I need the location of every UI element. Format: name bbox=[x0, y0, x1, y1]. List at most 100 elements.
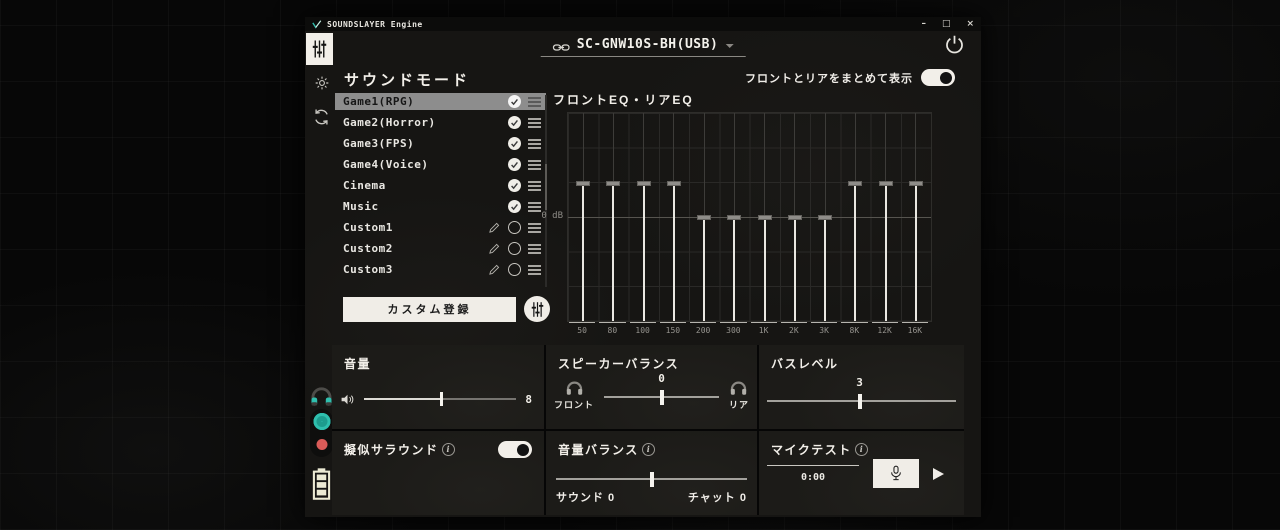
eq-slider-handle[interactable] bbox=[788, 215, 802, 220]
eq-band[interactable] bbox=[659, 113, 689, 321]
drag-handle-icon[interactable] bbox=[528, 181, 541, 191]
pencil-icon[interactable] bbox=[488, 242, 501, 255]
sound-mode-item[interactable]: Custom2 bbox=[335, 240, 546, 257]
eq-slider-handle[interactable] bbox=[848, 181, 862, 186]
eq-slider-handle[interactable] bbox=[576, 181, 590, 186]
power-button[interactable] bbox=[944, 34, 965, 55]
eq-band[interactable] bbox=[780, 113, 810, 321]
volume-slider[interactable] bbox=[364, 391, 516, 407]
eq-frequency-axis: 50801001502003001K2K3K8K12K16K bbox=[567, 322, 930, 335]
headphone-icon[interactable] bbox=[309, 386, 334, 407]
eq-slider-handle[interactable] bbox=[818, 215, 832, 220]
empty-circle-icon[interactable] bbox=[508, 221, 521, 234]
sound-mode-item[interactable]: Cinema bbox=[335, 177, 546, 194]
slider-handle[interactable] bbox=[440, 392, 443, 406]
sound-mode-item[interactable]: Game1(RPG) bbox=[335, 93, 546, 110]
mic-record-button[interactable] bbox=[873, 459, 919, 488]
chat-balance-label: チャット 0 bbox=[688, 489, 747, 505]
device-selector[interactable]: SC-GNW10S-BH(USB) bbox=[541, 37, 746, 57]
sound-mode-item[interactable]: Custom1 bbox=[335, 219, 546, 236]
red-indicator[interactable] bbox=[316, 439, 327, 450]
mic-test-card: マイクテストi 0:00 bbox=[759, 431, 964, 515]
eq-slider-handle[interactable] bbox=[667, 181, 681, 186]
sound-mode-item[interactable]: Music bbox=[335, 198, 546, 215]
check-circle-icon[interactable] bbox=[508, 179, 521, 192]
info-icon[interactable]: i bbox=[642, 443, 655, 456]
eq-slider-handle[interactable] bbox=[758, 215, 772, 220]
eq-slider-handle[interactable] bbox=[727, 215, 741, 220]
info-icon[interactable]: i bbox=[855, 443, 868, 456]
teal-indicator[interactable] bbox=[313, 413, 330, 430]
volume-card: 音量 8 bbox=[332, 345, 544, 429]
eq-band[interactable] bbox=[810, 113, 840, 321]
eq-slider-handle[interactable] bbox=[697, 215, 711, 220]
check-circle-icon[interactable] bbox=[508, 158, 521, 171]
eq-band[interactable] bbox=[689, 113, 719, 321]
check-circle-icon[interactable] bbox=[508, 95, 521, 108]
slider-handle[interactable] bbox=[858, 394, 862, 409]
row-icons bbox=[488, 221, 541, 234]
eq-band[interactable] bbox=[719, 113, 749, 321]
custom-register-button[interactable]: カスタム登録 bbox=[343, 297, 516, 322]
check-circle-icon[interactable] bbox=[508, 200, 521, 213]
settings-button[interactable] bbox=[314, 75, 330, 91]
check-circle-icon[interactable] bbox=[508, 116, 521, 129]
slider-handle[interactable] bbox=[650, 472, 654, 487]
eq-frequency-label: 12K bbox=[872, 322, 898, 335]
eq-band[interactable] bbox=[629, 113, 659, 321]
pencil-icon[interactable] bbox=[488, 263, 501, 276]
pencil-icon[interactable] bbox=[488, 221, 501, 234]
eq-band[interactable] bbox=[871, 113, 901, 321]
sound-mode-item[interactable]: Game2(Horror) bbox=[335, 114, 546, 131]
sound-mode-item[interactable]: Game3(FPS) bbox=[335, 135, 546, 152]
sound-mode-label: Custom3 bbox=[343, 263, 488, 276]
chevron-down-icon bbox=[725, 44, 733, 48]
eq-band[interactable] bbox=[568, 113, 598, 321]
eq-band[interactable] bbox=[840, 113, 870, 321]
bass-level-slider[interactable]: 3 bbox=[767, 393, 956, 409]
eq-slider-fill bbox=[612, 183, 614, 321]
drag-handle-icon[interactable] bbox=[528, 265, 541, 275]
surround-toggle[interactable] bbox=[498, 441, 532, 458]
minimize-button[interactable]: – bbox=[921, 17, 926, 31]
slider-handle[interactable] bbox=[660, 390, 664, 405]
drag-handle-icon[interactable] bbox=[528, 202, 541, 212]
eq-band[interactable] bbox=[901, 113, 931, 321]
sound-mode-label: Custom1 bbox=[343, 221, 488, 234]
drag-handle-icon[interactable] bbox=[528, 244, 541, 254]
volume-balance-slider[interactable] bbox=[556, 471, 747, 487]
bass-level-card: バスレベル 3 bbox=[759, 345, 964, 429]
equalizer-tab-button[interactable] bbox=[306, 33, 333, 65]
info-icon[interactable]: i bbox=[442, 443, 455, 456]
volume-balance-row bbox=[556, 471, 747, 487]
empty-circle-icon[interactable] bbox=[508, 242, 521, 255]
speaker-balance-slider[interactable]: 0 bbox=[604, 389, 719, 405]
eq-slider-handle[interactable] bbox=[606, 181, 620, 186]
drag-handle-icon[interactable] bbox=[528, 97, 541, 107]
custom-eq-button[interactable] bbox=[524, 296, 550, 322]
eq-slider-fill bbox=[733, 217, 735, 321]
play-button[interactable] bbox=[933, 468, 944, 480]
empty-circle-icon[interactable] bbox=[508, 263, 521, 276]
eq-band[interactable] bbox=[750, 113, 780, 321]
eq-slider-handle[interactable] bbox=[879, 181, 893, 186]
refresh-button[interactable] bbox=[312, 108, 331, 126]
check-circle-icon[interactable] bbox=[508, 137, 521, 150]
scrollbar-thumb[interactable] bbox=[545, 164, 547, 210]
sound-mode-item[interactable]: Game4(Voice) bbox=[335, 156, 546, 173]
sound-mode-title: サウンドモード bbox=[344, 69, 470, 90]
drag-handle-icon[interactable] bbox=[528, 118, 541, 128]
drag-handle-icon[interactable] bbox=[528, 139, 541, 149]
bass-level-title: バスレベル bbox=[771, 355, 839, 372]
speaker-icon bbox=[340, 393, 355, 406]
eq-link-toggle[interactable] bbox=[921, 69, 955, 86]
drag-handle-icon[interactable] bbox=[528, 160, 541, 170]
eq-band[interactable] bbox=[598, 113, 628, 321]
eq-slider-handle[interactable] bbox=[637, 181, 651, 186]
drag-handle-icon[interactable] bbox=[528, 223, 541, 233]
maximize-button[interactable]: □ bbox=[942, 17, 951, 31]
sound-mode-item[interactable]: Custom3 bbox=[335, 261, 546, 278]
close-button[interactable]: × bbox=[966, 17, 974, 31]
sound-mode-scrollbar[interactable] bbox=[545, 95, 547, 287]
eq-slider-handle[interactable] bbox=[909, 181, 923, 186]
